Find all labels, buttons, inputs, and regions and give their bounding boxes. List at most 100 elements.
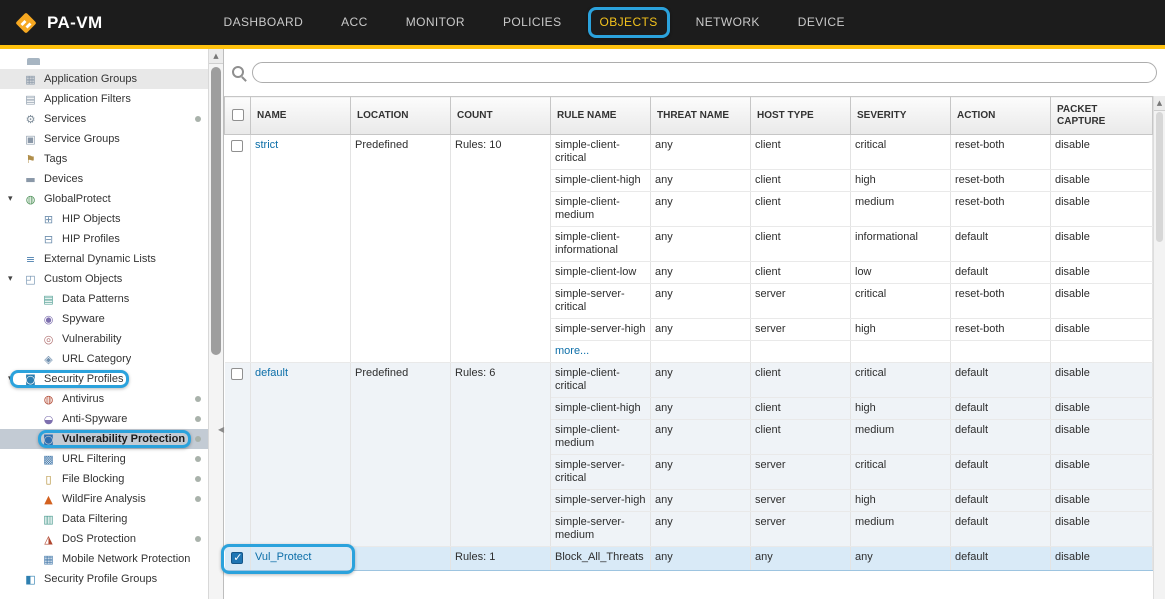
column-header-host-type[interactable]: HOST TYPE — [751, 97, 851, 135]
sidebar-item-devices[interactable]: ▬Devices — [0, 169, 208, 189]
column-header-count[interactable]: COUNT — [451, 97, 551, 135]
sidebar-item-data-patterns[interactable]: ▤Data Patterns — [0, 289, 208, 309]
chevron-down-icon[interactable]: ▾ — [8, 194, 23, 204]
sidebar-item-vulnerability-protection[interactable]: ◙Vulnerability Protection — [0, 429, 208, 449]
sidebar-scrollbar[interactable]: ▲ — [208, 49, 223, 599]
sidebar-collapse-handle[interactable]: ◀ — [218, 425, 224, 434]
spyware-icon: ◉ — [41, 313, 56, 326]
table-header: NAMELOCATIONCOUNTRULE NAMETHREAT NAMEHOS… — [225, 97, 1153, 135]
rule-name-cell: simple-client-medium — [551, 420, 651, 455]
sidebar-item-label-mobile-network-protection: Mobile Network Protection — [62, 553, 190, 565]
sidebar-item-external-dynamic-lists[interactable]: ≡External Dynamic Lists — [0, 249, 208, 269]
column-header-action[interactable]: ACTION — [951, 97, 1051, 135]
sidebar-item-services[interactable]: ⚙Services — [0, 109, 208, 129]
sidebar-item-tags[interactable]: ⚑Tags — [0, 149, 208, 169]
up-arrow-icon: ▲ — [1157, 99, 1162, 107]
sidebar-item-label-antivirus: Antivirus — [62, 393, 104, 405]
sidebar-item-url-category[interactable]: ◈URL Category — [0, 349, 208, 369]
sidebar-item-custom-objects[interactable]: ▾◰Custom Objects — [0, 269, 208, 289]
rule-name-cell: simple-client-medium — [551, 192, 651, 227]
packet-capture-cell: disable — [1051, 135, 1153, 170]
rule-name-cell: simple-server-critical — [551, 284, 651, 319]
sidebar-item-anti-spyware[interactable]: ◒Anti-Spyware — [0, 409, 208, 429]
custom-objects-icon: ◰ — [23, 273, 38, 286]
mobile-network-protection-icon: ▦ — [41, 553, 56, 566]
sidebar-item-wildfire-analysis[interactable]: ▲WildFire Analysis — [0, 489, 208, 509]
sidebar-item-label-external-dynamic-lists: External Dynamic Lists — [44, 253, 156, 265]
status-dot — [195, 396, 201, 402]
row-checkbox-strict[interactable] — [231, 140, 243, 152]
rule-name-cell: simple-client-critical — [551, 363, 651, 398]
search-input[interactable] — [252, 62, 1157, 83]
sidebar-item-application-groups[interactable]: ▦Application Groups — [0, 69, 208, 89]
more-link[interactable]: more... — [555, 345, 589, 357]
sidebar-scroll-up-button[interactable]: ▲ — [209, 49, 223, 64]
sidebar-item-service-groups[interactable]: ▣Service Groups — [0, 129, 208, 149]
threat-name-cell — [651, 341, 751, 363]
threat-name-cell: any — [651, 262, 751, 284]
packet-capture-cell: disable — [1051, 512, 1153, 547]
rule-name-cell: simple-server-high — [551, 490, 651, 512]
chevron-down-icon[interactable]: ▾ — [8, 374, 23, 384]
table-body: strictPredefinedRules: 10simple-client-c… — [225, 135, 1153, 571]
column-header-severity[interactable]: SEVERITY — [851, 97, 951, 135]
chevron-down-icon[interactable]: ▾ — [8, 274, 23, 284]
select-all-checkbox[interactable] — [232, 109, 244, 121]
nav-tab-network[interactable]: NETWORK — [677, 0, 779, 45]
sidebar-item-file-blocking[interactable]: ▯File Blocking — [0, 469, 208, 489]
sidebar-item-security-profiles[interactable]: ▾◙Security Profiles — [0, 369, 208, 389]
sidebar: ▦Application Groups▤Application Filters⚙… — [0, 49, 224, 599]
packet-capture-cell: disable — [1051, 490, 1153, 512]
app-title: PA-VM — [47, 13, 103, 33]
threat-name-cell: any — [651, 284, 751, 319]
sidebar-item-vulnerability[interactable]: ◎Vulnerability — [0, 329, 208, 349]
nav-tab-objects[interactable]: OBJECTS — [581, 0, 677, 45]
profile-name-link-strict[interactable]: strict — [255, 139, 278, 151]
data-patterns-icon: ▤ — [41, 293, 56, 306]
search-bar — [232, 59, 1157, 85]
nav-tab-device[interactable]: DEVICE — [779, 0, 864, 45]
sidebar-item-spyware[interactable]: ◉Spyware — [0, 309, 208, 329]
app-window: PA-VM DASHBOARDACCMONITORPOLICIESOBJECTS… — [0, 0, 1165, 599]
row-checkbox-default[interactable] — [231, 368, 243, 380]
status-dot — [195, 496, 201, 502]
up-arrow-icon: ▲ — [213, 52, 218, 60]
sidebar-item-data-filtering[interactable]: ▥Data Filtering — [0, 509, 208, 529]
hip-profiles-icon: ⊟ — [41, 233, 56, 246]
profile-name-link-vul-protect[interactable]: Vul_Protect — [255, 551, 311, 563]
host-type-cell: server — [751, 512, 851, 547]
column-header-name[interactable]: NAME — [251, 97, 351, 135]
host-type-cell: client — [751, 262, 851, 284]
sidebar-item-url-filtering[interactable]: ▩URL Filtering — [0, 449, 208, 469]
sidebar-item-hip-profiles[interactable]: ⊟HIP Profiles — [0, 229, 208, 249]
data-filtering-icon: ▥ — [41, 513, 56, 526]
sidebar-item-mobile-network-protection[interactable]: ▦ Mobile Network Protection — [0, 549, 208, 569]
sidebar-item-globalprotect[interactable]: ▾◍GlobalProtect — [0, 189, 208, 209]
action-cell: default — [951, 512, 1051, 547]
packet-capture-cell — [1051, 341, 1153, 363]
sidebar-item-hip-objects[interactable]: ⊞HIP Objects — [0, 209, 208, 229]
sidebar-scrollbar-thumb[interactable] — [211, 67, 221, 355]
host-type-cell: any — [751, 547, 851, 571]
sidebar-item-dos-protection[interactable]: ◮DoS Protection — [0, 529, 208, 549]
main-scroll-up-button[interactable]: ▲ — [1154, 96, 1165, 111]
nav-tab-monitor[interactable]: MONITOR — [387, 0, 484, 45]
profile-name-link-default[interactable]: default — [255, 367, 288, 379]
column-header-location[interactable]: LOCATION — [351, 97, 451, 135]
status-dot — [195, 416, 201, 422]
status-dot — [195, 456, 201, 462]
row-checkbox-vul-protect[interactable] — [231, 552, 243, 564]
sidebar-item-security-profile-groups[interactable]: ◧Security Profile Groups — [0, 569, 208, 589]
column-header-packet-capture[interactable]: PACKET CAPTURE — [1051, 97, 1153, 135]
host-type-cell: server — [751, 319, 851, 341]
main-scrollbar[interactable]: ▲ — [1153, 96, 1165, 599]
nav-tab-policies[interactable]: POLICIES — [484, 0, 581, 45]
nav-tab-acc[interactable]: ACC — [322, 0, 387, 45]
table-row: strictPredefinedRules: 10simple-client-c… — [225, 135, 1153, 170]
column-header-threat-name[interactable]: THREAT NAME — [651, 97, 751, 135]
nav-tab-dashboard[interactable]: DASHBOARD — [205, 0, 323, 45]
main-scrollbar-thumb[interactable] — [1156, 112, 1163, 242]
sidebar-item-antivirus[interactable]: ◍Antivirus — [0, 389, 208, 409]
column-header-rule-name[interactable]: RULE NAME — [551, 97, 651, 135]
sidebar-item-application-filters[interactable]: ▤Application Filters — [0, 89, 208, 109]
